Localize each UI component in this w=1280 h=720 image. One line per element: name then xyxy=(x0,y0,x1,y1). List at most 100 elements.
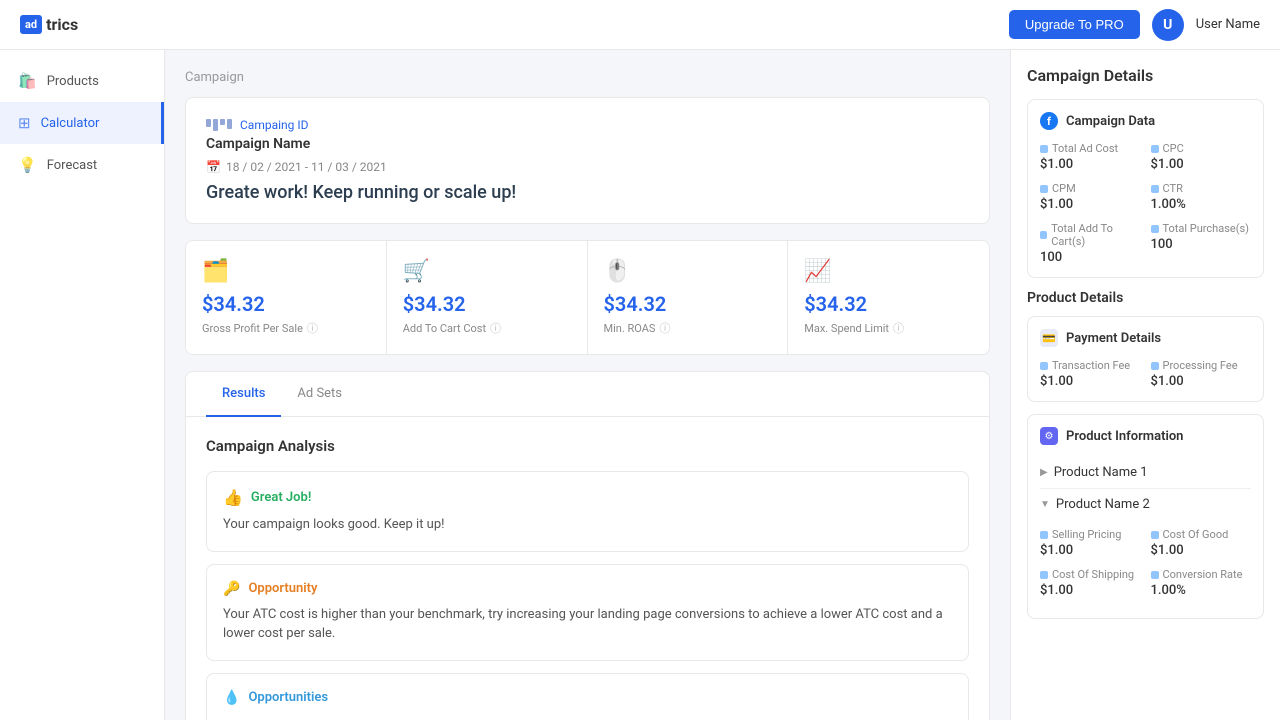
metric-label-row-0: Gross Profit Per Sale ⓘ xyxy=(202,320,370,336)
metric-value-0: $34.32 xyxy=(202,292,370,316)
tab-content: Campaign Analysis 👍 Great Job! Your camp… xyxy=(186,417,989,720)
product-name-label-1: Product Name 2 xyxy=(1056,497,1150,512)
campaign-data-title: Campaign Data xyxy=(1066,114,1155,129)
campaign-date: 📅 18 / 02 / 2021 - 11 / 03 / 2021 xyxy=(206,160,969,174)
analysis-item-opportunity: 🔑 Opportunity Your ATC cost is higher th… xyxy=(206,564,969,661)
dot-atc xyxy=(1040,231,1047,239)
campaign-card: Campaing ID Campaign Name 📅 18 / 02 / 20… xyxy=(185,97,990,224)
panel-metric-selling-pricing: Selling Pricing $1.00 xyxy=(1040,528,1141,558)
analysis-header-opportunities: 💧 Opportunities xyxy=(223,690,952,706)
panel-metric-purchases: Total Purchase(s) 100 xyxy=(1151,222,1252,265)
label-cost-of-shipping: Cost Of Shipping xyxy=(1052,568,1134,581)
metric-label-2: Min. ROAS xyxy=(604,322,656,335)
user-avatar: U xyxy=(1152,9,1184,41)
value-transaction-fee: $1.00 xyxy=(1040,374,1141,389)
panel-metric-ctr: CTR 1.00% xyxy=(1151,182,1252,212)
metric-help-2[interactable]: ⓘ xyxy=(659,320,670,336)
forecast-icon: 💡 xyxy=(18,156,37,174)
value-cost-of-good: $1.00 xyxy=(1151,543,1252,558)
sidebar: 🛍️ Products ⊞ Calculator 💡 Forecast xyxy=(0,50,165,720)
dot-ctr xyxy=(1151,185,1159,193)
dot-total-ad-cost xyxy=(1040,145,1048,153)
panel-metric-cpm: CPM $1.00 xyxy=(1040,182,1141,212)
metric-icon-3: 📈 xyxy=(804,259,973,284)
analysis-item-opportunities: 💧 Opportunities xyxy=(206,673,969,720)
sidebar-item-forecast-label: Forecast xyxy=(47,158,97,173)
sidebar-item-calculator-label: Calculator xyxy=(41,116,100,131)
user-name-label: User Name xyxy=(1196,17,1260,32)
campaign-id-icon xyxy=(206,119,232,131)
tab-results[interactable]: Results xyxy=(206,372,281,417)
value-purchases: 100 xyxy=(1151,237,1252,252)
value-selling-pricing: $1.00 xyxy=(1040,543,1141,558)
payment-icon: 💳 xyxy=(1040,329,1058,347)
product-info-header: ⚙ Product Information xyxy=(1040,427,1251,445)
label-selling-pricing: Selling Pricing xyxy=(1052,528,1121,541)
panel-metric-atc: Total Add To Cart(s) 100 xyxy=(1040,222,1141,265)
label-transaction-fee: Transaction Fee xyxy=(1052,359,1130,372)
product-sub-metrics: Selling Pricing $1.00 Cost Of Good $1.00 xyxy=(1040,520,1251,606)
chevron-down-icon-1: ▼ xyxy=(1040,499,1050,510)
sidebar-item-products[interactable]: 🛍️ Products xyxy=(0,60,164,102)
payment-details-section: 💳 Payment Details Transaction Fee $1.00 … xyxy=(1027,316,1264,402)
metric-icon-0: 🗂️ xyxy=(202,259,370,284)
metric-help-1[interactable]: ⓘ xyxy=(490,320,501,336)
panel-metric-processing-fee: Processing Fee $1.00 xyxy=(1151,359,1252,389)
metric-card-3: 📈 $34.32 Max. Spend Limit ⓘ xyxy=(788,241,989,354)
panel-metric-cost-of-good: Cost Of Good $1.00 xyxy=(1151,528,1252,558)
drop-icon: 💧 xyxy=(223,690,240,706)
sidebar-item-calculator[interactable]: ⊞ Calculator xyxy=(0,102,164,144)
product-details-title: Product Details xyxy=(1027,290,1264,306)
metric-label-row-3: Max. Spend Limit ⓘ xyxy=(804,320,973,336)
campaign-data-section: f Campaign Data Total Ad Cost $1.00 CPC xyxy=(1027,99,1264,278)
product-info-icon: ⚙ xyxy=(1040,427,1058,445)
panel-metric-transaction-fee: Transaction Fee $1.00 xyxy=(1040,359,1141,389)
metric-help-0[interactable]: ⓘ xyxy=(307,320,318,336)
product-name-item-0[interactable]: ▶ Product Name 1 xyxy=(1040,457,1251,489)
dot-conversion-rate xyxy=(1151,571,1159,579)
logo-box-text: ad xyxy=(25,18,37,31)
metric-card-2: 🖱️ $34.32 Min. ROAS ⓘ xyxy=(588,241,789,354)
upgrade-button[interactable]: Upgrade To PRO xyxy=(1009,10,1140,39)
metric-icon-2: 🖱️ xyxy=(604,259,772,284)
metrics-grid: 🗂️ $34.32 Gross Profit Per Sale ⓘ 🛒 $34.… xyxy=(185,240,990,355)
metric-label-row-2: Min. ROAS ⓘ xyxy=(604,320,772,336)
campaign-headline: Greate work! Keep running or scale up! xyxy=(206,182,969,203)
thumbs-up-icon: 👍 xyxy=(223,488,243,507)
metric-icon-1: 🛒 xyxy=(403,259,571,284)
label-total-ad-cost: Total Ad Cost xyxy=(1052,142,1118,155)
sidebar-item-products-label: Products xyxy=(47,74,99,89)
metric-value-3: $34.32 xyxy=(804,292,973,316)
tab-adsets[interactable]: Ad Sets xyxy=(281,372,358,417)
label-cpm: CPM xyxy=(1052,182,1076,195)
metric-value-1: $34.32 xyxy=(403,292,571,316)
metric-label-1: Add To Cart Cost xyxy=(403,322,486,335)
sidebar-item-forecast[interactable]: 💡 Forecast xyxy=(0,144,164,186)
calculator-icon: ⊞ xyxy=(18,114,31,132)
value-processing-fee: $1.00 xyxy=(1151,374,1252,389)
analysis-header-great: 👍 Great Job! xyxy=(223,488,952,507)
section-label: Campaign xyxy=(185,70,990,85)
chevron-right-icon-0: ▶ xyxy=(1040,467,1048,478)
analysis-title: Campaign Analysis xyxy=(206,437,969,455)
product-name-item-1[interactable]: ▼ Product Name 2 xyxy=(1040,489,1251,520)
header: ad trics Upgrade To PRO U User Name xyxy=(0,0,1280,50)
metric-help-3[interactable]: ⓘ xyxy=(893,320,904,336)
panel-title: Campaign Details xyxy=(1027,66,1264,85)
product-sub-grid: Selling Pricing $1.00 Cost Of Good $1.00 xyxy=(1040,528,1251,598)
campaign-name: Campaign Name xyxy=(206,136,969,152)
value-conversion-rate: 1.00% xyxy=(1151,583,1252,598)
header-right: Upgrade To PRO U User Name xyxy=(1009,9,1260,41)
payment-metrics: Transaction Fee $1.00 Processing Fee $1.… xyxy=(1040,359,1251,389)
main-content: Campaign Campaing ID Campaign Name 📅 18 … xyxy=(165,50,1010,720)
analysis-badge-opportunities: Opportunities xyxy=(248,690,328,705)
panel-metric-total-ad-cost: Total Ad Cost $1.00 xyxy=(1040,142,1141,172)
logo-box: ad xyxy=(20,15,42,34)
label-cpc: CPC xyxy=(1163,142,1184,155)
key-icon: 🔑 xyxy=(223,581,240,597)
dot-purchases xyxy=(1151,225,1159,233)
value-cost-of-shipping: $1.00 xyxy=(1040,583,1141,598)
dot-processing-fee xyxy=(1151,362,1159,370)
panel-metric-cost-of-shipping: Cost Of Shipping $1.00 xyxy=(1040,568,1141,598)
campaign-date-range: 18 / 02 / 2021 - 11 / 03 / 2021 xyxy=(226,160,387,174)
